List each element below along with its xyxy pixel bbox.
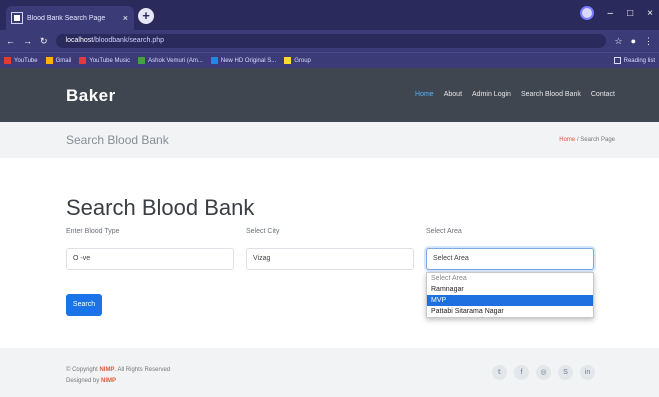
main-nav: Home About Admin Login Search Blood Bank…	[415, 91, 615, 98]
breadcrumb-current: Search Page	[580, 137, 615, 143]
address-bar: ← → ↻ localhost/bloodbank/search.php ☆ ●…	[0, 30, 659, 52]
bookmark-label: Group	[294, 57, 311, 64]
bookmark-item[interactable]: Ashok Vemuri (Am...	[138, 57, 203, 64]
bookmark-item[interactable]: New HD Original S...	[210, 57, 277, 64]
nav-contact[interactable]: Contact	[591, 91, 615, 98]
area-dropdown-list: Select Area Ramnagar MVP Pattabi Sitaram…	[426, 272, 594, 318]
browser-tab-bar: Blood Bank Search Page × + – □ ×	[0, 0, 659, 30]
bookmark-item[interactable]: YouTube	[4, 57, 38, 64]
copyright-suffix: . All Rights Reserved	[114, 367, 171, 373]
nav-about[interactable]: About	[444, 91, 462, 98]
tab-favicon-icon	[11, 12, 23, 24]
area-select[interactable]: Select Area	[426, 248, 594, 270]
area-label: Select Area	[426, 228, 462, 235]
bookmark-label: YouTube Music	[89, 57, 131, 64]
area-option[interactable]: Ramnagar	[427, 284, 593, 295]
bookmark-label: YouTube	[14, 57, 38, 64]
area-option[interactable]: Pattabi Sitarama Nagar	[427, 306, 593, 317]
city-select[interactable]: Vizag	[246, 248, 414, 270]
city-label: Select City	[246, 228, 280, 235]
bookmark-icon	[138, 57, 146, 64]
instagram-icon[interactable]: ◎	[536, 365, 551, 380]
area-option-highlighted[interactable]: MVP	[427, 295, 593, 306]
back-icon[interactable]: ←	[6, 36, 15, 46]
bookmark-label: Gmail	[55, 57, 72, 64]
designed-by-prefix: Designed by	[66, 378, 102, 384]
url-input[interactable]: localhost/bloodbank/search.php	[55, 34, 607, 48]
url-path: /bloodbank/search.php	[93, 37, 165, 44]
star-icon[interactable]: ☆	[614, 36, 622, 47]
bookmark-label: New HD Original S...	[220, 57, 277, 64]
skype-icon[interactable]: S	[558, 365, 573, 380]
maximize-icon[interactable]: □	[627, 8, 633, 19]
tab-title: Blood Bank Search Page	[27, 14, 106, 22]
tab-close-icon[interactable]: ×	[123, 13, 128, 23]
blood-type-label: Enter Blood Type	[66, 228, 120, 235]
breadcrumb-section: Search Blood Bank Home / Search Page	[0, 122, 659, 158]
menu-icon[interactable]: ⋮	[644, 36, 653, 47]
designed-by-link[interactable]: NIMP	[101, 378, 116, 384]
form-heading: Search Blood Bank	[66, 195, 255, 220]
breadcrumb: Home / Search Page	[559, 137, 615, 143]
twitter-icon[interactable]: 𝕥	[492, 365, 507, 380]
site-navbar: Baker Home About Admin Login Search Bloo…	[0, 68, 659, 122]
nav-home[interactable]: Home	[415, 91, 434, 98]
reading-list-label: Reading list	[623, 57, 655, 64]
area-option[interactable]: Select Area	[427, 273, 593, 284]
bookmark-icon	[284, 57, 292, 64]
bookmarks-bar: YouTube Gmail YouTube Music Ashok Vemuri (A…	[0, 52, 659, 68]
page-title: Search Blood Bank	[66, 133, 169, 147]
bookmark-icon	[79, 57, 87, 64]
extension-icon[interactable]: ●	[631, 36, 636, 46]
site-footer: © Copyright NIMP. All Rights Reserved De…	[0, 348, 659, 397]
forward-icon[interactable]: →	[23, 36, 32, 46]
close-window-icon[interactable]: ×	[647, 8, 653, 19]
search-button[interactable]: Search	[66, 294, 102, 316]
profile-icon[interactable]	[579, 6, 594, 20]
bookmark-item[interactable]: Group	[284, 57, 311, 64]
facebook-icon[interactable]: f	[514, 365, 529, 380]
bookmark-icon	[4, 57, 11, 64]
copyright: © Copyright NIMP. All Rights Reserved De…	[66, 365, 170, 387]
browser-tab[interactable]: Blood Bank Search Page ×	[6, 6, 134, 30]
new-tab-button[interactable]: +	[138, 8, 154, 24]
minimize-icon[interactable]: –	[608, 8, 614, 19]
url-host: localhost	[65, 37, 94, 44]
window-controls: – □ ×	[579, 6, 653, 20]
brand-logo[interactable]: Baker	[66, 86, 116, 106]
breadcrumb-home-link[interactable]: Home	[559, 137, 575, 143]
blood-type-input[interactable]: O -ve	[66, 248, 234, 270]
nav-admin-login[interactable]: Admin Login	[472, 91, 511, 98]
bookmark-item[interactable]: Gmail	[45, 57, 72, 64]
bookmark-label: Ashok Vemuri (Am...	[148, 57, 203, 64]
nav-search-blood-bank[interactable]: Search Blood Bank	[521, 91, 581, 98]
reload-icon[interactable]: ↻	[40, 36, 48, 47]
reading-list-button[interactable]: Reading list	[613, 57, 655, 64]
bookmark-item[interactable]: YouTube Music	[79, 57, 130, 64]
copyright-prefix: © Copyright	[66, 367, 100, 373]
linkedin-icon[interactable]: in	[580, 365, 595, 380]
reading-list-icon	[613, 57, 621, 64]
copyright-name: NIMP	[99, 367, 115, 373]
social-links: 𝕥 f ◎ S in	[492, 365, 595, 380]
breadcrumb-separator: /	[576, 137, 579, 143]
bookmark-icon	[45, 57, 53, 64]
bookmark-icon	[210, 57, 218, 64]
